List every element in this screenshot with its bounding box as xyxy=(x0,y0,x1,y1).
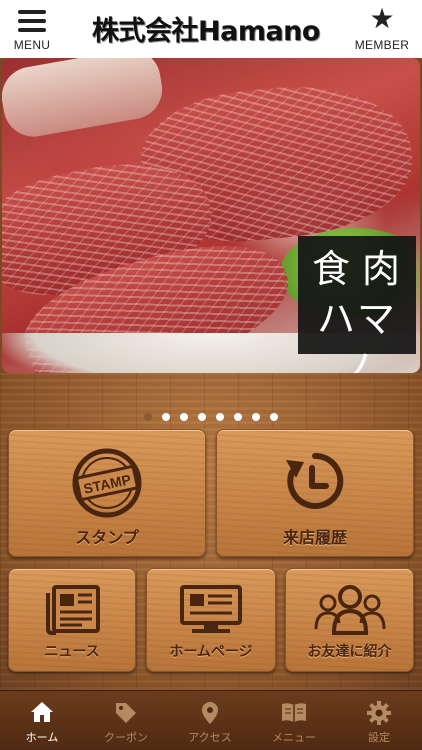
carousel-dot[interactable] xyxy=(216,412,224,421)
tag-icon xyxy=(84,701,168,725)
brand-line-1: 食肉 xyxy=(311,247,412,291)
carousel-dot[interactable] xyxy=(162,412,170,421)
visit-history-label: 来店履歴 xyxy=(282,528,347,547)
news-tile[interactable]: ニュース xyxy=(8,568,136,672)
stamp-label: スタンプ xyxy=(75,528,139,547)
stamp-tile[interactable]: STAMP スタンプ xyxy=(8,429,206,557)
tab-menu[interactable]: メニュー xyxy=(252,691,336,750)
gear-icon xyxy=(336,701,422,725)
star-icon: ★ xyxy=(369,2,395,35)
book-icon xyxy=(252,701,336,725)
brand-logo-box: 食肉 ハマノ xyxy=(298,236,416,373)
tab-home-label: ホーム xyxy=(25,731,59,744)
carousel-dot[interactable] xyxy=(252,412,260,421)
tab-settings[interactable]: 設定 xyxy=(336,691,422,750)
tab-coupon[interactable]: クーポン xyxy=(84,691,168,750)
tab-coupon-label: クーポン xyxy=(104,731,148,744)
app-header: MENU 株式会社Hamano ★ MEMBER xyxy=(0,0,422,58)
meat-fat-piece xyxy=(2,58,167,142)
tab-access[interactable]: アクセス xyxy=(168,691,252,750)
carousel-indicator xyxy=(0,406,422,421)
carousel-dot[interactable] xyxy=(144,412,152,421)
member-button[interactable]: ★ MEMBER xyxy=(344,2,420,54)
newspaper-icon xyxy=(42,583,102,639)
news-label: ニュース xyxy=(44,644,100,660)
tab-settings-label: 設定 xyxy=(368,731,390,744)
history-clock-icon xyxy=(282,448,348,518)
tab-access-label: アクセス xyxy=(188,731,232,744)
stamp-icon: STAMP xyxy=(72,448,142,522)
homepage-tile[interactable]: ホームページ xyxy=(146,568,276,672)
carousel-dot[interactable] xyxy=(234,412,242,421)
refer-friend-label: お友達に紹介 xyxy=(307,644,392,660)
people-group-icon xyxy=(312,583,388,639)
carousel-dot[interactable] xyxy=(198,412,206,421)
hero-banner-image[interactable]: 食肉 ハマノ xyxy=(2,58,420,373)
menu-button[interactable]: MENU xyxy=(0,6,64,54)
refer-friend-tile[interactable]: お友達に紹介 xyxy=(285,568,414,672)
bottom-tab-bar: ホーム クーポン アクセス メニュー 設定 xyxy=(0,690,422,750)
member-label: MEMBER xyxy=(354,38,410,52)
hamburger-icon xyxy=(18,10,46,37)
home-icon xyxy=(0,701,84,725)
menu-label: MENU xyxy=(13,38,51,52)
map-pin-icon xyxy=(168,701,252,725)
tab-menu-label: メニュー xyxy=(272,731,316,744)
tab-home[interactable]: ホーム xyxy=(0,691,84,750)
visit-history-tile[interactable]: 来店履歴 xyxy=(216,429,414,557)
monitor-icon xyxy=(178,583,244,639)
brand-line-2: ハマノ xyxy=(316,297,397,373)
app-title: 株式会社Hamano xyxy=(92,16,320,47)
carousel-dot[interactable] xyxy=(180,412,188,421)
homepage-label: ホームページ xyxy=(169,644,253,660)
carousel-dot[interactable] xyxy=(270,412,278,421)
